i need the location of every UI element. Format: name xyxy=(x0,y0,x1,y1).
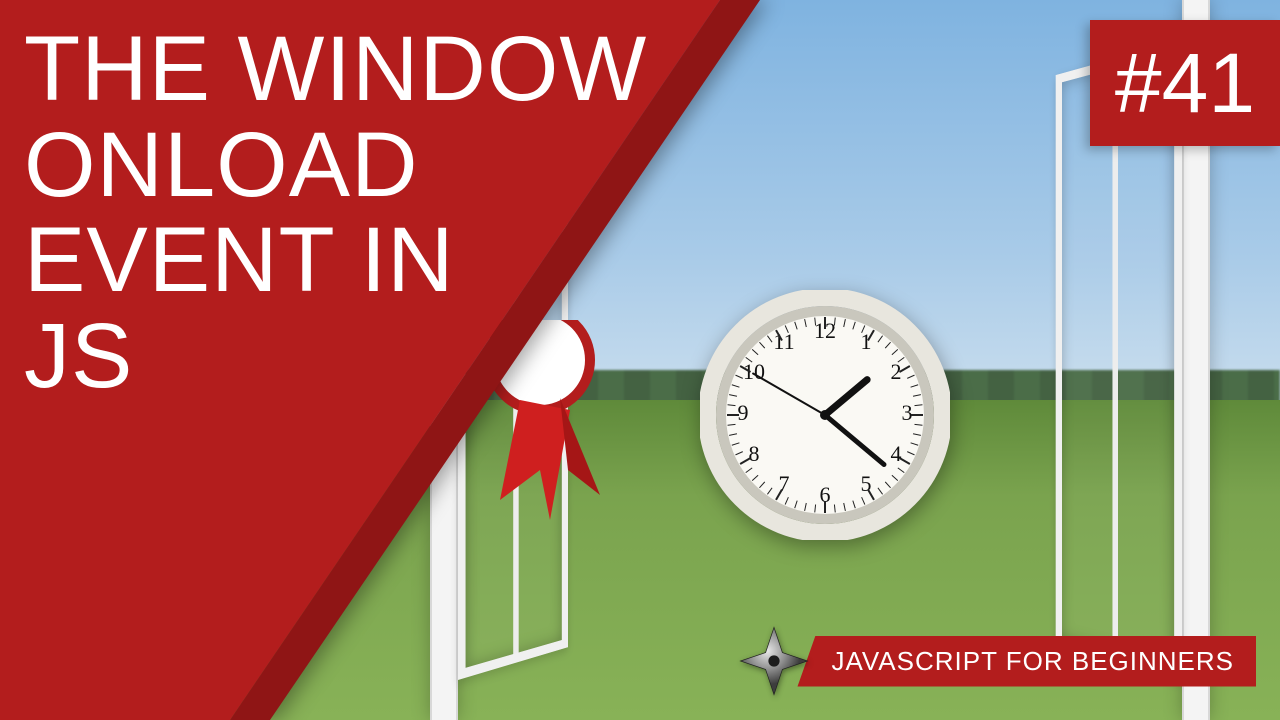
video-thumbnail: 121234567891011 THE WINDOW ONLOAD EVENT … xyxy=(0,0,1280,720)
svg-text:1: 1 xyxy=(861,329,872,354)
episode-number: #41 xyxy=(1115,35,1255,132)
title-line-4: JS xyxy=(24,309,647,405)
episode-number-badge: #41 xyxy=(1090,20,1280,146)
page-title: THE WINDOW ONLOAD EVENT IN JS xyxy=(24,22,647,405)
svg-text:4: 4 xyxy=(891,441,902,466)
ninja-star-icon xyxy=(739,626,809,696)
svg-text:9: 9 xyxy=(738,400,749,425)
clock-icon: 121234567891011 xyxy=(700,290,950,540)
title-line-3: EVENT IN xyxy=(24,213,647,309)
subtitle-text: JAVASCRIPT FOR BEGINNERS xyxy=(797,636,1256,687)
svg-text:8: 8 xyxy=(749,441,760,466)
svg-text:3: 3 xyxy=(902,400,913,425)
title-line-1: THE WINDOW xyxy=(24,22,647,118)
subtitle-ribbon: JAVASCRIPT FOR BEGINNERS xyxy=(739,626,1256,696)
title-line-2: ONLOAD xyxy=(24,118,647,214)
svg-text:10: 10 xyxy=(743,359,765,384)
